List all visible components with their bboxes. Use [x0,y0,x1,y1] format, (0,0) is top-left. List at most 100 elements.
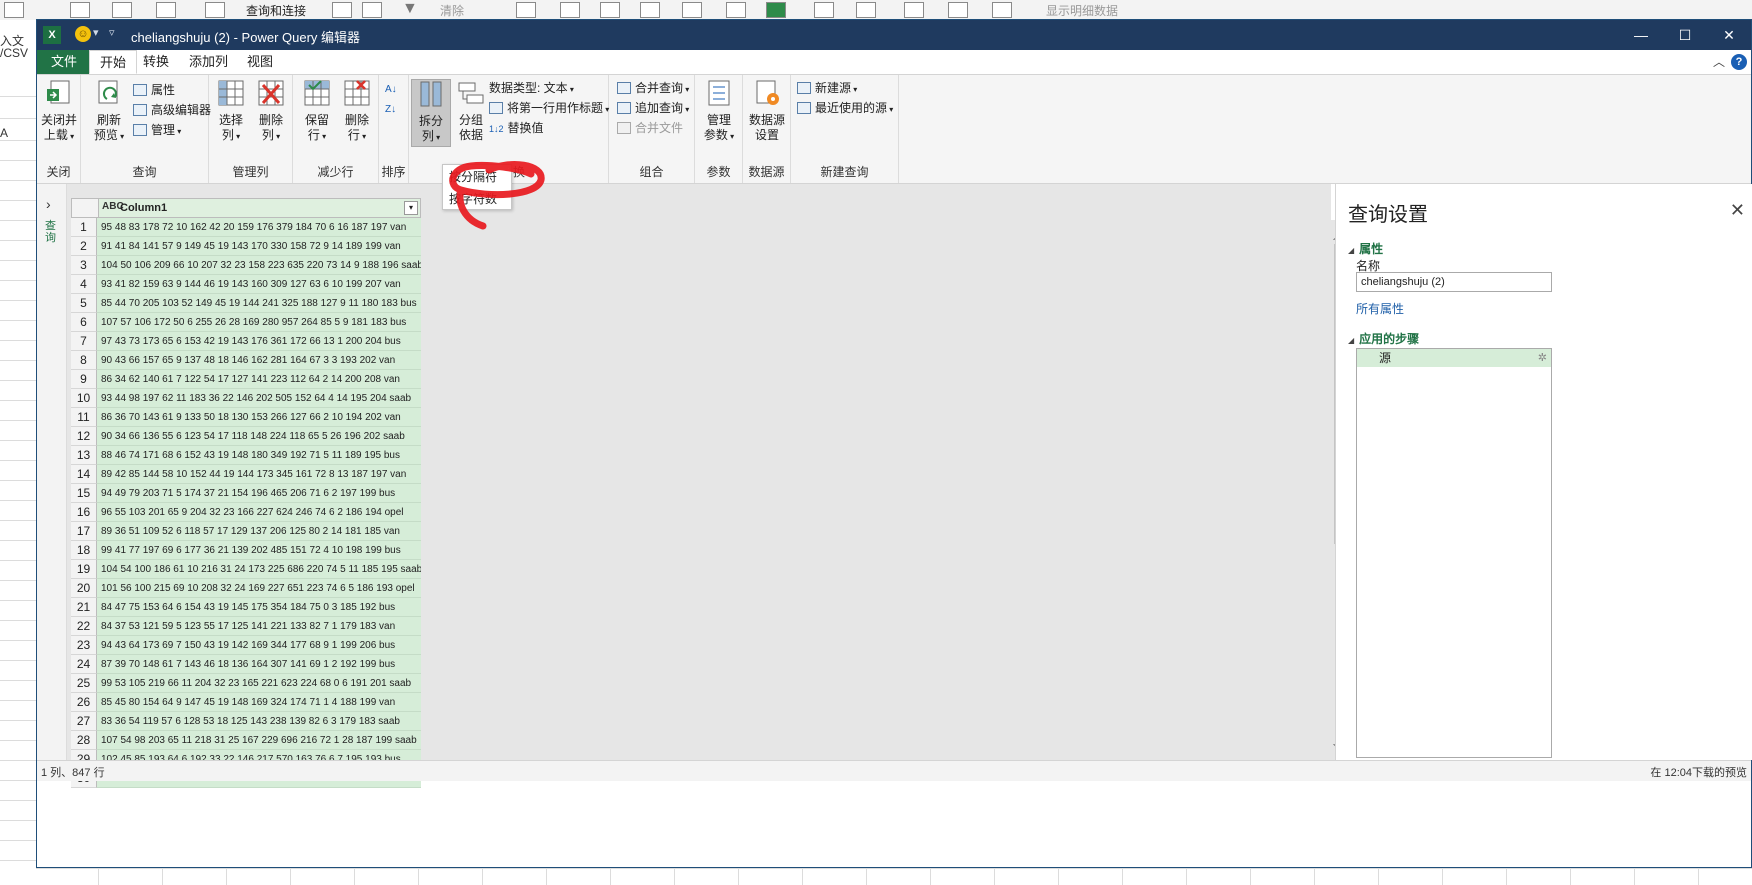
row-number[interactable]: 22 [71,617,97,636]
table-row[interactable]: 7 97 43 73 173 65 6 153 42 19 143 176 361… [71,332,421,351]
cell-column1[interactable]: 85 45 80 154 64 9 147 45 19 148 169 324 … [97,693,421,712]
cell-column1[interactable]: 87 39 70 148 61 7 143 46 18 136 164 307 … [97,655,421,674]
keep-rows-button[interactable]: 保留 行 ▾ [297,79,337,144]
properties-section[interactable]: ◢ 属性 [1348,240,1383,257]
tab-transform[interactable]: 转换 [133,50,179,74]
cell-column1[interactable]: 93 44 98 197 62 11 183 36 22 146 202 505… [97,389,421,408]
cell-column1[interactable]: 90 43 66 157 65 9 137 48 18 146 162 281 … [97,351,421,370]
row-number[interactable]: 24 [71,655,97,674]
close-and-load-button[interactable]: 关闭并 上载 ▾ [39,79,79,144]
cell-column1[interactable]: 93 41 82 159 63 9 144 46 19 143 160 309 … [97,275,421,294]
table-row[interactable]: 4 93 41 82 159 63 9 144 46 19 143 160 309… [71,275,421,294]
merge-queries-button[interactable]: 合并查询 ▾ [617,79,689,97]
new-source-button[interactable]: 新建源 ▾ [797,79,857,97]
tab-home[interactable]: 开始 [89,50,138,74]
cell-column1[interactable]: 96 55 103 201 65 9 204 32 23 166 227 624… [97,503,421,522]
cell-column1[interactable]: 89 42 85 144 58 10 152 44 19 144 173 345… [97,465,421,484]
combine-files-button[interactable]: 合并文件 [617,119,683,137]
cell-column1[interactable]: 97 43 73 173 65 6 153 42 19 143 176 361 … [97,332,421,351]
table-row[interactable]: 3 104 50 106 209 66 10 207 32 23 158 223 … [71,256,421,275]
cell-column1[interactable]: 99 41 77 197 69 6 177 36 21 139 202 485 … [97,541,421,560]
row-number[interactable]: 13 [71,446,97,465]
table-row[interactable]: 26 85 45 80 154 64 9 147 45 19 148 169 32… [71,693,421,712]
table-row[interactable]: 21 84 47 75 153 64 6 154 43 19 145 175 35… [71,598,421,617]
table-row[interactable]: 15 94 49 79 203 71 5 174 37 21 154 196 46… [71,484,421,503]
row-number[interactable]: 7 [71,332,97,351]
cell-column1[interactable]: 107 57 106 172 50 6 255 26 28 169 280 95… [97,313,421,332]
table-row[interactable]: 6 107 57 106 172 50 6 255 26 28 169 280 9… [71,313,421,332]
table-row[interactable]: 17 89 36 51 109 52 6 118 57 17 129 137 20… [71,522,421,541]
split-column-button[interactable]: 拆分 列 ▾ [411,79,451,147]
use-first-row-header-button[interactable]: 将第一行用作标题 ▾ [489,99,609,117]
table-row[interactable]: 23 94 43 64 173 69 7 150 43 19 142 169 34… [71,636,421,655]
queries-label[interactable]: 查询 [45,220,59,244]
table-row[interactable]: 19 104 54 100 186 61 10 216 31 24 173 225… [71,560,421,579]
help-icon[interactable]: ? [1731,54,1747,70]
cell-column1[interactable]: 84 37 53 121 59 5 123 55 17 125 141 221 … [97,617,421,636]
row-number[interactable]: 15 [71,484,97,503]
cell-column1[interactable]: 101 56 100 215 69 10 208 32 24 169 227 6… [97,579,421,598]
table-row[interactable]: 24 87 39 70 148 61 7 143 46 18 136 164 30… [71,655,421,674]
applied-steps-section[interactable]: ◢ 应用的步骤 [1348,330,1419,347]
row-number[interactable]: 18 [71,541,97,560]
column-header-column1[interactable]: Column1 [120,202,167,214]
row-number[interactable]: 27 [71,712,97,731]
filter-dropdown-icon[interactable]: ▾ [404,201,418,215]
tab-view[interactable]: 视图 [237,50,283,74]
step-source[interactable]: 源 ✲ [1357,349,1551,367]
table-row[interactable]: 5 85 44 70 205 103 52 149 45 19 144 241 3… [71,294,421,313]
tab-file[interactable]: 文件 [37,50,91,74]
choose-columns-button[interactable]: 选择 列 ▾ [211,79,251,144]
recent-sources-button[interactable]: 最近使用的源 ▾ [797,99,893,117]
group-by-button[interactable]: 分组 依据 [451,79,491,143]
table-row[interactable]: 13 88 46 74 171 68 6 152 43 19 148 180 34… [71,446,421,465]
table-row[interactable]: 27 83 36 54 119 57 6 128 53 18 125 143 23… [71,712,421,731]
table-row[interactable]: 8 90 43 66 157 65 9 137 48 18 146 162 281… [71,351,421,370]
cell-column1[interactable]: 94 49 79 203 71 5 174 37 21 154 196 465 … [97,484,421,503]
sort-ascending-button[interactable]: A↓ [385,81,397,99]
data-source-settings-button[interactable]: 数据源 设置 [747,79,787,143]
cell-column1[interactable]: 86 34 62 140 61 7 122 54 17 127 141 223 … [97,370,421,389]
quick-access-dropdown-icon[interactable]: ▾ [93,26,99,39]
table-row[interactable]: 20 101 56 100 215 69 10 208 32 24 169 227… [71,579,421,598]
cell-column1[interactable]: 84 47 75 153 64 6 154 43 19 145 175 354 … [97,598,421,617]
close-button[interactable]: ✕ [1707,20,1751,50]
table-row[interactable]: 12 90 34 66 136 55 6 123 54 17 118 148 22… [71,427,421,446]
feedback-smile-icon[interactable]: ☺ [75,26,91,42]
cell-column1[interactable]: 94 43 64 173 69 7 150 43 19 142 169 344 … [97,636,421,655]
customize-quick-access-icon[interactable]: ▿ [109,26,115,39]
remove-columns-button[interactable]: 删除 列 ▾ [251,79,291,144]
sort-descending-button[interactable]: Z↓ [385,101,396,119]
row-number[interactable]: 6 [71,313,97,332]
expand-navigator-icon[interactable]: › [46,196,51,212]
table-row[interactable]: 1 95 48 83 178 72 10 162 42 20 159 176 37… [71,218,421,237]
row-number[interactable]: 21 [71,598,97,617]
manage-button[interactable]: 管理 ▾ [133,121,181,139]
advanced-editor-button[interactable]: 高级编辑器 [133,101,211,119]
row-number[interactable]: 5 [71,294,97,313]
row-number[interactable]: 4 [71,275,97,294]
properties-button[interactable]: 属性 [133,81,175,99]
table-row[interactable]: 22 84 37 53 121 59 5 123 55 17 125 141 22… [71,617,421,636]
excel-clear[interactable]: 清除 [440,2,464,19]
row-number[interactable]: 10 [71,389,97,408]
row-number[interactable]: 9 [71,370,97,389]
row-number[interactable]: 19 [71,560,97,579]
refresh-preview-button[interactable]: 刷新 预览 ▾ [89,79,129,144]
excel-show-detail[interactable]: 显示明细数据 [1046,2,1118,19]
data-type-dropdown[interactable]: 数据类型: 文本 ▾ [489,79,574,97]
table-row[interactable]: 10 93 44 98 197 62 11 183 36 22 146 202 5… [71,389,421,408]
cell-column1[interactable]: 89 36 51 109 52 6 118 57 17 129 137 206 … [97,522,421,541]
cell-column1[interactable]: 90 34 66 136 55 6 123 54 17 118 148 224 … [97,427,421,446]
row-number[interactable]: 16 [71,503,97,522]
cell-column1[interactable]: 83 36 54 119 57 6 128 53 18 125 143 238 … [97,712,421,731]
all-properties-link[interactable]: 所有属性 [1356,300,1404,317]
table-row[interactable]: 14 89 42 85 144 58 10 152 44 19 144 173 3… [71,465,421,484]
row-number[interactable]: 26 [71,693,97,712]
row-number[interactable]: 25 [71,674,97,693]
minimize-button[interactable]: — [1619,20,1663,50]
remove-rows-button[interactable]: 删除 行 ▾ [337,79,377,144]
row-number[interactable]: 2 [71,237,97,256]
cell-column1[interactable]: 107 54 98 203 65 11 218 31 25 167 229 69… [97,731,421,750]
manage-parameters-button[interactable]: 管理 参数 ▾ [699,79,739,144]
